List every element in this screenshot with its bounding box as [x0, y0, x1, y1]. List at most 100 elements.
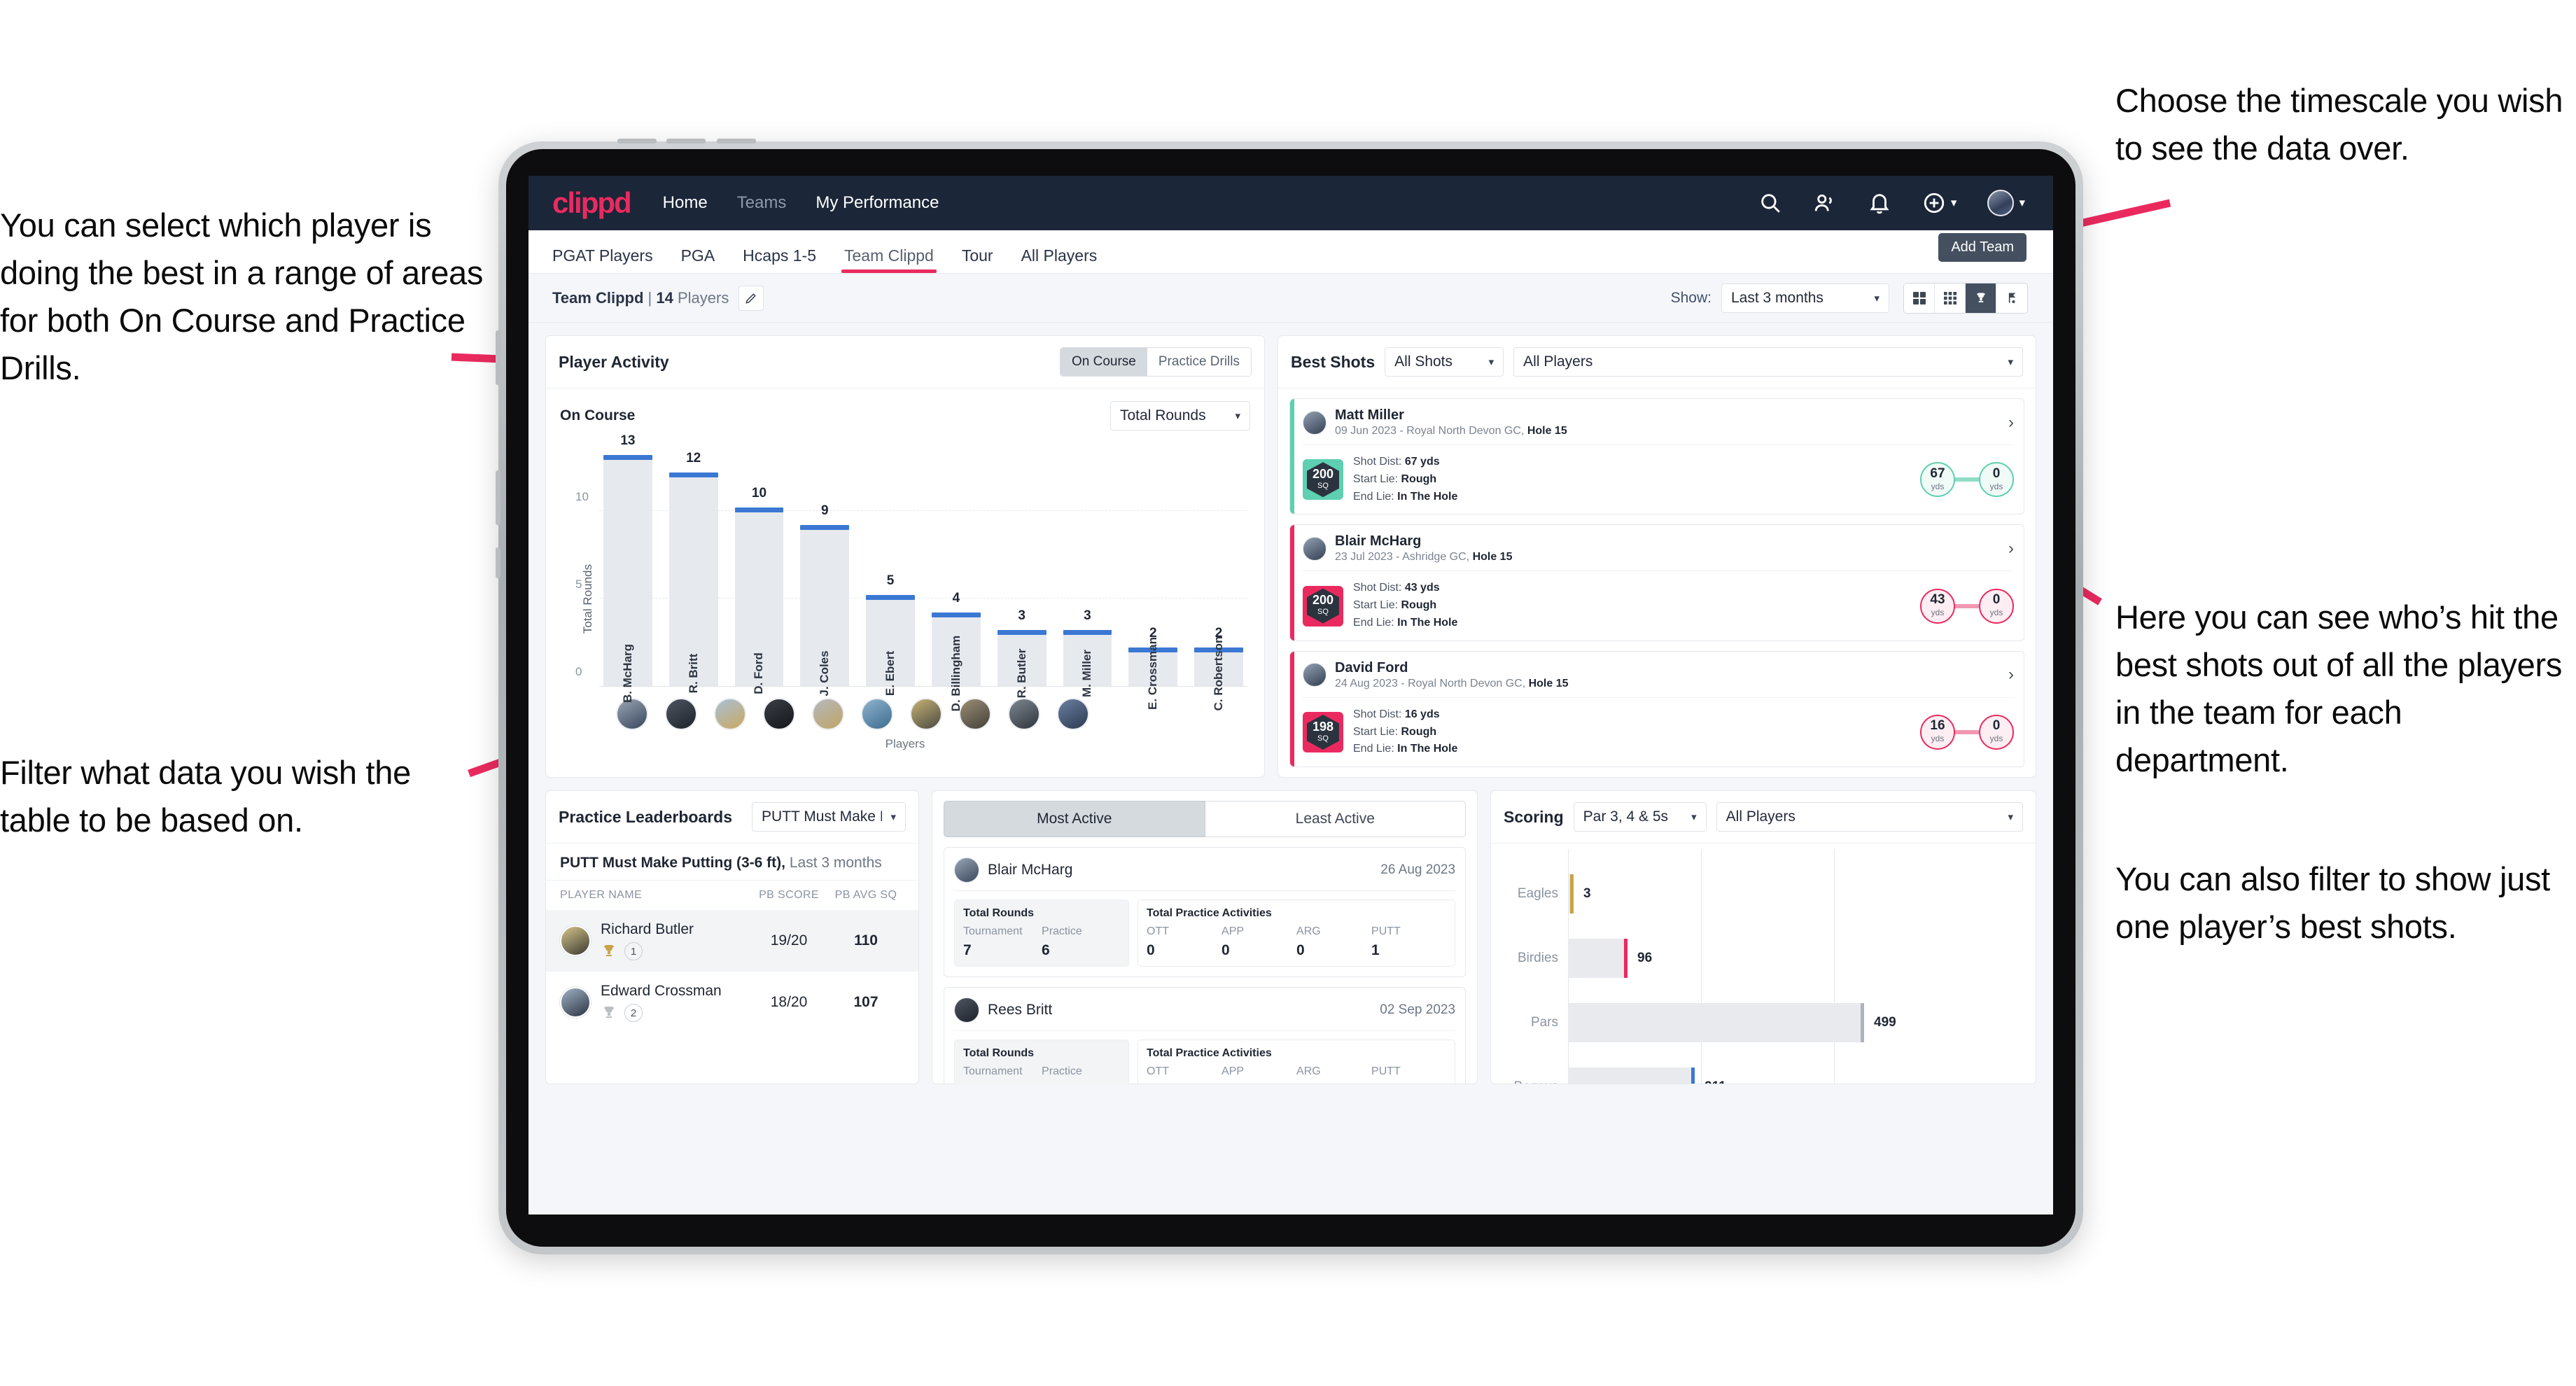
chevron-right-icon[interactable]: ›	[2008, 413, 2014, 433]
tab-all-players[interactable]: All Players	[1021, 246, 1098, 273]
best-shot-card[interactable]: David Ford 24 Aug 2023 - Royal North Devo…	[1289, 650, 2024, 768]
avatar[interactable]	[954, 858, 980, 883]
nav-link-teams[interactable]: Teams	[737, 193, 787, 213]
avatar[interactable]	[560, 987, 591, 1018]
stat-value-app: 0	[1222, 942, 1230, 959]
tab-pgat-players[interactable]: PGAT Players	[552, 246, 653, 273]
timescale-select[interactable]: Last 3 months ▾	[1721, 283, 1889, 313]
bar-column[interactable]: 13 B. McHarg	[603, 433, 652, 703]
scoring-bar	[1568, 874, 1574, 914]
bar-column[interactable]: 4 D. Billingham	[931, 442, 981, 711]
search-icon[interactable]	[1758, 191, 1782, 215]
best-shot-card[interactable]: Blair McHarg 23 Jul 2023 - Ashridge GC, H…	[1289, 524, 2024, 641]
bar-column[interactable]: 12 R. Britt	[668, 442, 718, 693]
shot-quality-badge: 200 SQ	[1303, 459, 1343, 500]
metric-select[interactable]: Total Rounds ▾	[1110, 401, 1250, 430]
drill-select[interactable]: PUTT Must Make Putting ... ▾	[752, 802, 906, 832]
avatar[interactable]	[665, 698, 697, 730]
tab-most-active[interactable]: Most Active	[944, 801, 1205, 838]
shot-quality-badge: 198 SQ	[1303, 711, 1343, 752]
avatar[interactable]	[560, 925, 591, 957]
avatar[interactable]	[1008, 698, 1040, 730]
trophy-icon	[603, 1007, 615, 1018]
scoring-players-select[interactable]: All Players ▾	[1716, 802, 2024, 832]
table-row[interactable]: Edward Crossman 2 18/20 107	[546, 972, 918, 1033]
activity-item[interactable]: Blair McHarg 26 Aug 2023 Total Rounds Tourn…	[944, 847, 1466, 978]
avatar[interactable]	[714, 698, 746, 730]
scoring-row[interactable]: Bogeys 211	[1505, 1055, 2008, 1084]
scoring-value: 211	[1704, 1079, 1726, 1084]
avatar[interactable]	[910, 698, 942, 730]
avatar[interactable]	[959, 698, 991, 730]
flag-icon[interactable]	[1996, 283, 2027, 313]
avatar[interactable]	[861, 698, 893, 730]
avatar[interactable]	[1303, 536, 1326, 561]
segment-practice-drills[interactable]: Practice Drills	[1147, 348, 1251, 376]
bell-icon[interactable]	[1868, 191, 1891, 215]
plus-circle-icon[interactable]	[1922, 191, 1946, 215]
chevron-down-icon[interactable]: ▾	[1951, 196, 1957, 210]
scoring-track: 211	[1568, 1055, 2008, 1084]
player-activity-sub-label: On Course	[560, 407, 636, 424]
avatar[interactable]	[763, 698, 795, 730]
bar-column[interactable]: 10 D. Ford	[734, 442, 784, 694]
shots-filter-select[interactable]: All Shots ▾	[1385, 347, 1504, 377]
distance-dumbbell: 16 yds 0 yds	[1920, 714, 2014, 750]
tab-least-active[interactable]: Least Active	[1205, 801, 1466, 838]
chevron-down-icon[interactable]: ▾	[2019, 196, 2025, 210]
grid-small-icon[interactable]	[1935, 283, 1966, 313]
scoring-value: 499	[1874, 1015, 1896, 1030]
activity-item-header: Blair McHarg 26 Aug 2023	[954, 858, 1456, 892]
nav-link-my-performance[interactable]: My Performance	[816, 193, 939, 213]
bar-column[interactable]: 2 E. Crossman	[1128, 442, 1178, 710]
player-activity-chart: Total Rounds 10 5 0 13 B. McHarg 12 R. Brit…	[546, 433, 1264, 777]
practice-activities-box: Total Practice Activities OTT 0 APP 0 ARG 0 PUT…	[1138, 1040, 1456, 1085]
bar-column[interactable]: 3 R. Butler	[997, 442, 1046, 698]
best-shot-header: Blair McHarg 23 Jul 2023 - Ashridge GC, H…	[1303, 533, 2014, 572]
scoring-row[interactable]: Eagles 3	[1505, 862, 2008, 926]
tab-team-clippd[interactable]: Team Clippd	[841, 246, 937, 273]
table-row[interactable]: Richard Butler 1 19/20 110	[546, 910, 919, 972]
tab-hcaps-1-5[interactable]: Hcaps 1-5	[743, 246, 816, 273]
pencil-icon[interactable]	[738, 285, 764, 311]
avatar[interactable]	[1057, 698, 1089, 730]
scoring-bar	[1568, 939, 1628, 979]
bar-label: B. McHarg	[620, 643, 634, 704]
segment-on-course[interactable]: On Course	[1060, 348, 1147, 376]
tab-pga[interactable]: PGA	[681, 246, 715, 273]
stat-key-arg: ARG	[1296, 925, 1321, 938]
player-badges: 2	[601, 1004, 722, 1023]
timescale-value: Last 3 months	[1731, 289, 1823, 306]
trophy-icon[interactable]	[1966, 283, 1996, 313]
avatar[interactable]	[1303, 663, 1326, 687]
scoring-row[interactable]: Birdies 96	[1505, 926, 2008, 990]
bar-column[interactable]: 9 J. Coles	[800, 442, 850, 696]
chevron-right-icon[interactable]: ›	[2008, 539, 2014, 559]
practice-leaderboards-title: Practice Leaderboards	[559, 807, 733, 826]
scoring-row[interactable]: Pars 499	[1505, 990, 2008, 1055]
best-shot-card[interactable]: Matt Miller 09 Jun 2023 - Royal North Dev…	[1289, 398, 2024, 515]
players-filter-select[interactable]: All Players ▾	[1513, 347, 2023, 377]
distance-to: 0 yds	[1979, 588, 2014, 624]
y-tick-0: 0	[575, 665, 582, 678]
avatar[interactable]	[812, 698, 844, 730]
tab-tour[interactable]: Tour	[962, 246, 993, 273]
bar-column[interactable]: 5 E. Ebert	[866, 442, 915, 696]
bar-column[interactable]: 2 C. Robertson	[1194, 442, 1243, 710]
par-filter-select[interactable]: Par 3, 4 & 5s ▾	[1573, 802, 1707, 832]
grid-large-icon[interactable]	[1904, 283, 1935, 313]
bar-column[interactable]: 3 M. Miller	[1063, 442, 1112, 697]
activity-item[interactable]: Rees Britt 02 Sep 2023 Total Rounds Tournam…	[944, 987, 1466, 1085]
shot-details: Shot Dist: 43 yds Start Lie: Rough End Lie…	[1353, 580, 1457, 631]
scoring-track: 499	[1568, 990, 2008, 1055]
people-icon[interactable]	[1813, 191, 1837, 215]
avatar[interactable]	[954, 997, 980, 1023]
bar-label: E. Crossman	[1146, 637, 1160, 710]
scoring-value: 96	[1637, 951, 1653, 966]
clippd-logo[interactable]: clippd	[552, 186, 632, 220]
avatar[interactable]	[1303, 410, 1326, 435]
avatar[interactable]	[1987, 190, 2015, 216]
nav-link-home[interactable]: Home	[663, 193, 708, 213]
chevron-right-icon[interactable]: ›	[2008, 665, 2014, 685]
scoring-track: 96	[1568, 926, 2008, 990]
